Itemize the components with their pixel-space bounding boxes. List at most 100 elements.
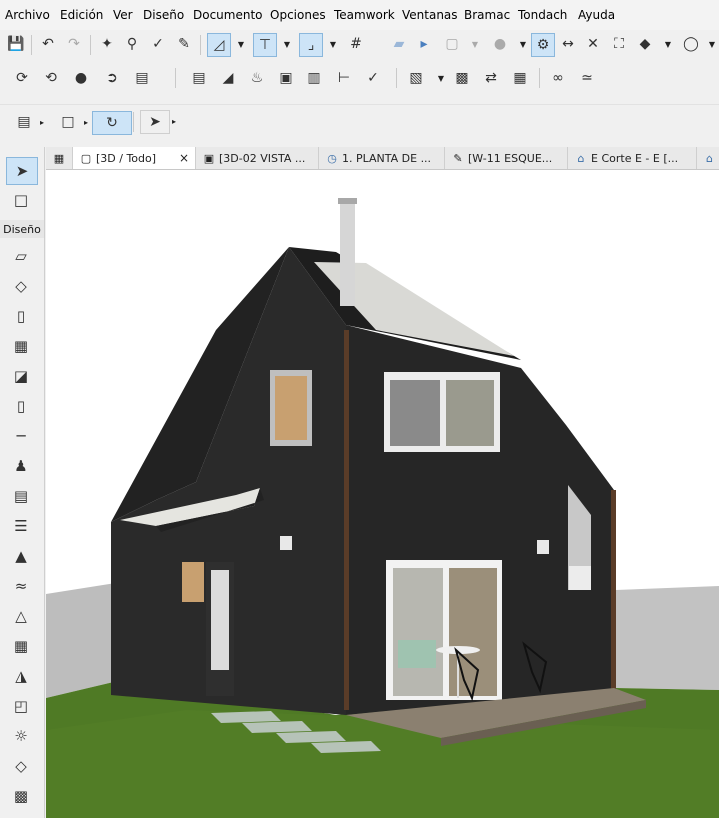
wall-tool-icon[interactable]: ▱	[6, 243, 36, 269]
suspend-groups-icon[interactable]: ▤	[10, 111, 38, 133]
lock-icon[interactable]: ●	[489, 33, 511, 55]
3d-viewport[interactable]	[46, 170, 719, 818]
arrow-tool-icon[interactable]: ➤	[6, 157, 38, 185]
skylight-tool-icon[interactable]: ◪	[6, 363, 36, 389]
grid-snap-icon[interactable]: #	[345, 33, 367, 55]
lock-dropdown-icon[interactable]: ▼	[519, 33, 527, 55]
object-tool-icon[interactable]: ♟	[6, 453, 36, 479]
window-tool-icon[interactable]: ▦	[6, 333, 36, 359]
roof-tool-icon[interactable]: ◢	[217, 67, 239, 89]
coordinates-dropdown-icon[interactable]: ▼	[329, 33, 337, 55]
snap-guides-icon[interactable]: ⊤	[253, 33, 277, 57]
more-tools-icon[interactable]: ▩	[6, 783, 36, 809]
redo-icon[interactable]: ↷	[63, 33, 85, 55]
unlink-icon[interactable]: ≃	[576, 67, 598, 89]
list-icon[interactable]: ▩	[451, 67, 473, 89]
tab-planta[interactable]: ◷ 1. PLANTA DE ...	[319, 147, 445, 169]
snap-guides-dropdown-icon[interactable]: ▼	[283, 33, 291, 55]
find-select-icon[interactable]: ⚲	[121, 33, 143, 55]
export-icon[interactable]: ➲	[101, 67, 123, 89]
menu-opciones[interactable]: Opciones	[270, 8, 326, 22]
beam-tool-icon[interactable]: ─	[6, 423, 36, 449]
slab-tool-icon[interactable]: ▤	[188, 67, 210, 89]
tab-grid-button[interactable]: ▦	[46, 147, 73, 169]
marquee-icon[interactable]: □	[54, 111, 82, 133]
separator	[90, 35, 91, 55]
eye-icon[interactable]: ◆	[634, 33, 656, 55]
guide-lines-icon[interactable]: ◿	[207, 33, 231, 57]
slab-tool-icon[interactable]: ◇	[6, 273, 36, 299]
marquee-dropdown-icon[interactable]: ▸	[82, 111, 90, 133]
multi-rotate-icon[interactable]: ⟲	[40, 67, 62, 89]
menu-diseno[interactable]: Diseño	[143, 8, 184, 22]
marquee-area-icon[interactable]: ⛶	[608, 33, 630, 55]
shell-tool-icon[interactable]: ≈	[6, 573, 36, 599]
morph-tool-icon[interactable]: △	[6, 603, 36, 629]
eye-dropdown-icon[interactable]: ▼	[664, 33, 672, 55]
mesh-tool-icon[interactable]: ◮	[6, 663, 36, 689]
menu-tondach[interactable]: Tondach	[518, 8, 567, 22]
fill-tool-icon[interactable]: ◇	[6, 753, 36, 779]
pick-up-parameters-icon[interactable]: ✓	[147, 33, 169, 55]
guide-lines-dropdown-icon[interactable]: ▼	[237, 33, 245, 55]
document-icon[interactable]: ▤	[131, 67, 153, 89]
tab-close-icon[interactable]: ×	[179, 151, 189, 165]
tab-3d-todo[interactable]: ▢ [3D / Todo] ×	[73, 147, 196, 169]
arrow-select-dropdown-icon[interactable]: ▸	[170, 110, 178, 132]
globe-icon[interactable]: ◯	[680, 33, 702, 55]
stair-dropdown-icon[interactable]: ▼	[437, 67, 445, 89]
tab-w11-esquema[interactable]: ✎ [W-11 ESQUE...	[445, 147, 568, 169]
orbit-icon[interactable]: ↻	[92, 111, 132, 135]
layer-view-icon[interactable]: ▢	[441, 33, 463, 55]
menu-edicion[interactable]: Edición	[60, 8, 103, 22]
tab-overflow[interactable]: ⌂	[697, 147, 719, 169]
menu-documento[interactable]: Documento	[193, 8, 263, 22]
column-tool-icon[interactable]: ▯	[6, 393, 36, 419]
modeling-toolbar: ⟳ ⟲ ● ➲ ▤ ▤ ◢ ♨ ▣ ▥ ⊢ ✓ ▧ ▼ ▩ ⇄ ▦ ∞ ≃	[0, 62, 719, 94]
renovation-icon[interactable]: ⚙	[531, 33, 555, 57]
stair-icon[interactable]: ▧	[405, 67, 427, 89]
menu-archivo[interactable]: Archivo	[5, 8, 50, 22]
roof-tool-icon[interactable]: ▲	[6, 543, 36, 569]
zone-tool-icon[interactable]: ◰	[6, 693, 36, 719]
lamp-tool-icon[interactable]: ☼	[6, 723, 36, 749]
stepping-stone	[211, 711, 281, 723]
menu-bramac[interactable]: Bramac	[464, 8, 510, 22]
entry-window	[182, 562, 204, 602]
chimney	[340, 200, 355, 306]
tab-3d-02-vista[interactable]: ▣ [3D-02 VISTA ...	[196, 147, 319, 169]
calendar-icon[interactable]: ▦	[509, 67, 531, 89]
plug-icon[interactable]: ●	[70, 67, 92, 89]
solid-element-icon[interactable]: ▣	[275, 67, 297, 89]
undo-icon[interactable]: ↶	[37, 33, 59, 55]
save-icon[interactable]: 💾	[5, 33, 27, 55]
curtain-wall-tool-icon[interactable]: ▦	[6, 633, 36, 659]
rotate-icon[interactable]: ⟳	[11, 67, 33, 89]
tab-corte-e[interactable]: ⌂ E Corte E - E [...	[568, 147, 697, 169]
gravity-icon[interactable]: ▸	[413, 33, 435, 55]
chain-icon[interactable]: ∞	[547, 67, 569, 89]
stack-icon[interactable]: ▥	[303, 67, 325, 89]
railing-tool-icon[interactable]: ☰	[6, 513, 36, 539]
stair-tool-icon[interactable]: ▤	[6, 483, 36, 509]
magic-wand-icon[interactable]: ✦	[96, 33, 118, 55]
paint-bucket-icon[interactable]: ♨	[246, 67, 268, 89]
menu-teamwork[interactable]: Teamwork	[334, 8, 395, 22]
cross-icon[interactable]: ✕	[582, 33, 604, 55]
arrow-select-icon[interactable]: ➤	[140, 110, 170, 134]
menu-ver[interactable]: Ver	[113, 8, 133, 22]
dimension-icon[interactable]: ↔	[557, 33, 579, 55]
menu-ventanas[interactable]: Ventanas	[402, 8, 458, 22]
swap-icon[interactable]: ⇄	[480, 67, 502, 89]
globe-dropdown-icon[interactable]: ▼	[708, 33, 716, 55]
beam-icon[interactable]: ⊢	[333, 67, 355, 89]
marquee-tool-icon[interactable]: □	[6, 187, 36, 213]
trim-icon[interactable]: ✓	[362, 67, 384, 89]
coordinates-icon[interactable]: ⌟	[299, 33, 323, 57]
suspend-groups-dropdown-icon[interactable]: ▸	[38, 111, 46, 133]
menu-ayuda[interactable]: Ayuda	[578, 8, 615, 22]
door-tool-icon[interactable]: ▯	[6, 303, 36, 329]
layer-view-dropdown-icon[interactable]: ▼	[471, 33, 479, 55]
inject-parameters-icon[interactable]: ✎	[173, 33, 195, 55]
plane-icon[interactable]: ▰	[388, 33, 410, 55]
